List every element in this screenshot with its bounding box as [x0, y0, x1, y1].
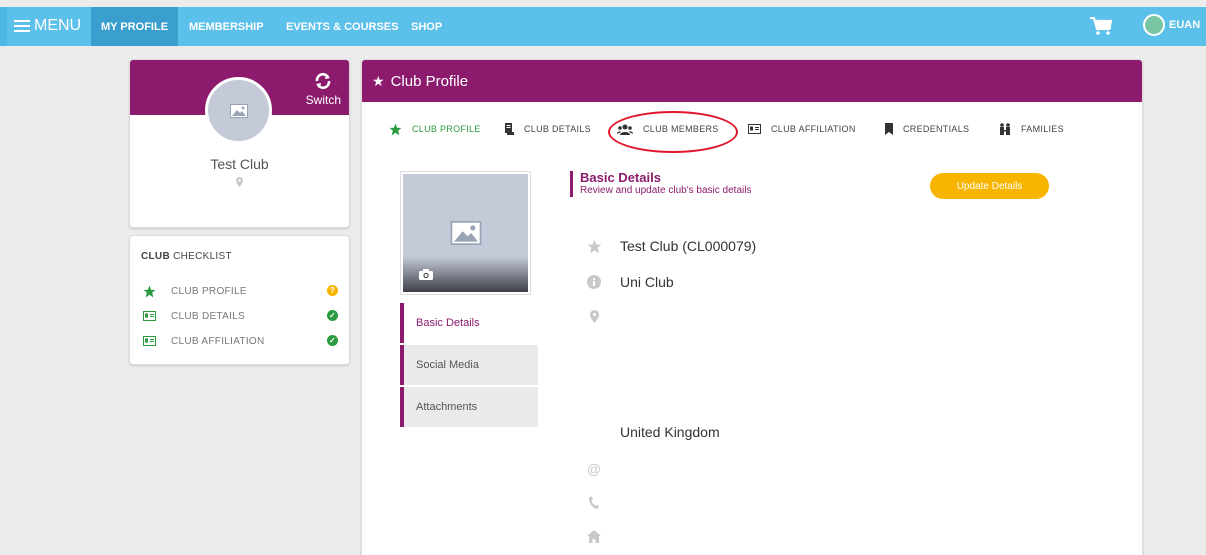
panel-title: Club Profile: [390, 72, 469, 90]
tab-credentials[interactable]: CREDENTIALS: [885, 121, 969, 137]
star-icon: ★: [372, 72, 385, 89]
club-name-value: Test Club (CL000079): [620, 238, 757, 254]
club-photo[interactable]: [400, 171, 531, 295]
tab-label: CLUB DETAILS: [524, 124, 591, 134]
checklist-item-label: CLUB DETAILS: [171, 310, 245, 322]
section-sub-nav: Basic Details Social Media Attachments: [400, 303, 538, 429]
detail-address: [584, 310, 620, 323]
email-icon: @: [586, 461, 602, 477]
id-card-icon: [748, 124, 761, 134]
location-pin-icon: [584, 310, 604, 323]
section-subtitle: Review and update club's basic details: [580, 185, 752, 196]
tab-families[interactable]: FAMILIES: [999, 121, 1064, 137]
detail-country: United Kingdom: [620, 424, 720, 440]
update-details-button[interactable]: Update Details: [930, 173, 1049, 199]
user-menu[interactable]: EUAN: [1143, 14, 1200, 36]
checklist-item-label: CLUB PROFILE: [171, 285, 247, 297]
phone-icon: [584, 496, 604, 509]
nav-events-courses[interactable]: EVENTS & COURSES: [276, 7, 408, 46]
detail-club-name: Test Club (CL000079): [584, 238, 756, 254]
tab-label: CLUB AFFILIATION: [771, 124, 856, 134]
nav-membership[interactable]: MEMBERSHIP: [179, 7, 274, 46]
club-profile-card: Switch Test Club: [129, 59, 350, 228]
checklist-item-label: CLUB AFFILIATION: [171, 335, 265, 347]
cart-icon[interactable]: [1090, 17, 1112, 35]
avatar: [1143, 14, 1165, 36]
tab-club-profile[interactable]: CLUB PROFILE: [389, 121, 481, 137]
club-name: Test Club: [210, 156, 269, 172]
refresh-icon: [316, 72, 331, 90]
star-icon: [584, 239, 604, 254]
sub-nav-attachments[interactable]: Attachments: [400, 387, 538, 427]
club-avatar[interactable]: [205, 77, 272, 144]
image-icon: [450, 221, 481, 245]
check-icon: ✓: [327, 335, 338, 346]
family-icon: [999, 123, 1011, 135]
section-heading: Basic Details Review and update club's b…: [570, 171, 751, 197]
info-icon: [584, 275, 604, 289]
panel-header: ★ Club Profile: [362, 60, 1142, 102]
top-strip: [0, 0, 1206, 7]
detail-phone: [584, 496, 620, 509]
camera-icon[interactable]: [419, 269, 433, 280]
home-icon: [584, 530, 604, 543]
star-icon: [141, 285, 157, 298]
club-type-value: Uni Club: [620, 274, 674, 290]
sub-nav-social-media[interactable]: Social Media: [400, 345, 538, 385]
document-icon: [505, 123, 514, 135]
bookmark-icon: [885, 123, 893, 135]
detail-website: [584, 530, 620, 543]
hamburger-icon: [14, 20, 30, 32]
country-value: United Kingdom: [620, 424, 720, 440]
switch-label: Switch: [305, 93, 341, 107]
id-card-icon: [141, 336, 157, 346]
tab-label: CLUB PROFILE: [412, 124, 481, 134]
tab-label: CREDENTIALS: [903, 124, 970, 134]
sub-nav-basic-details[interactable]: Basic Details: [400, 303, 538, 343]
highlight-annotation: [608, 111, 738, 153]
image-icon: [229, 103, 248, 118]
star-icon: [389, 123, 402, 136]
checklist-item-club-affiliation[interactable]: CLUB AFFILIATION ✓: [141, 333, 341, 349]
nav-my-profile[interactable]: MY PROFILE: [91, 7, 179, 46]
detail-club-type: Uni Club: [584, 274, 674, 290]
club-checklist-card: CLUB CHECKLIST CLUB PROFILE ? CLUB DETAI…: [129, 235, 350, 365]
detail-email: @: [584, 461, 620, 477]
switch-button[interactable]: Switch: [306, 72, 341, 107]
tab-label: FAMILIES: [1021, 124, 1064, 134]
check-icon: ✓: [327, 310, 338, 321]
user-name: EUAN: [1169, 19, 1201, 31]
section-title: Basic Details: [580, 170, 661, 185]
club-profile-panel: ★ Club Profile CLUB PROFILE CLUB DETAILS…: [361, 59, 1143, 555]
checklist-item-club-profile[interactable]: CLUB PROFILE ?: [141, 283, 341, 299]
checklist-title: CLUB CHECKLIST: [141, 251, 232, 262]
menu-label: MENU: [34, 17, 82, 34]
nav-shop[interactable]: SHOP: [401, 7, 452, 46]
tab-club-affiliation[interactable]: CLUB AFFILIATION: [748, 121, 856, 137]
tab-club-details[interactable]: CLUB DETAILS: [505, 121, 591, 137]
location-pin-icon: [236, 177, 243, 187]
warning-icon: ?: [327, 285, 338, 296]
menu-button[interactable]: MENU: [14, 11, 81, 41]
checklist-item-club-details[interactable]: CLUB DETAILS ✓: [141, 308, 341, 324]
id-card-icon: [141, 311, 157, 321]
